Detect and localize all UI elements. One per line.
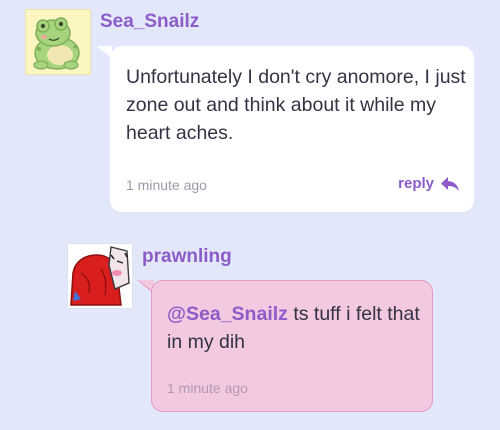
comment-bubble: Unfortunately I don't cry anomore, I jus…: [110, 46, 474, 212]
comment-body: Unfortunately I don't cry anomore, I jus…: [126, 66, 466, 144]
comment-author[interactable]: Sea_Snailz: [100, 11, 199, 33]
reply-arrow-icon: [441, 176, 459, 191]
comment-bubble: @Sea_Snailz ts tuff i felt that in my di…: [151, 280, 433, 412]
comment-body: @Sea_Snailz ts tuff i felt that in my di…: [167, 300, 422, 356]
frog-avatar-icon: [33, 17, 80, 70]
comment-timestamp: 1 minute ago: [167, 380, 248, 396]
reply-button[interactable]: reply: [398, 175, 460, 192]
avatar[interactable]: [67, 243, 133, 309]
user-mention-link[interactable]: @Sea_Snailz: [167, 303, 288, 325]
red-character-avatar-icon: [70, 246, 130, 306]
reply-label: reply: [398, 175, 434, 192]
comment-thread: Sea_Snailz Unfortunately I don't cry ano…: [0, 0, 500, 430]
comment-timestamp: 1 minute ago: [126, 177, 207, 193]
avatar[interactable]: [25, 9, 91, 75]
comment-author[interactable]: prawnling: [142, 246, 232, 268]
